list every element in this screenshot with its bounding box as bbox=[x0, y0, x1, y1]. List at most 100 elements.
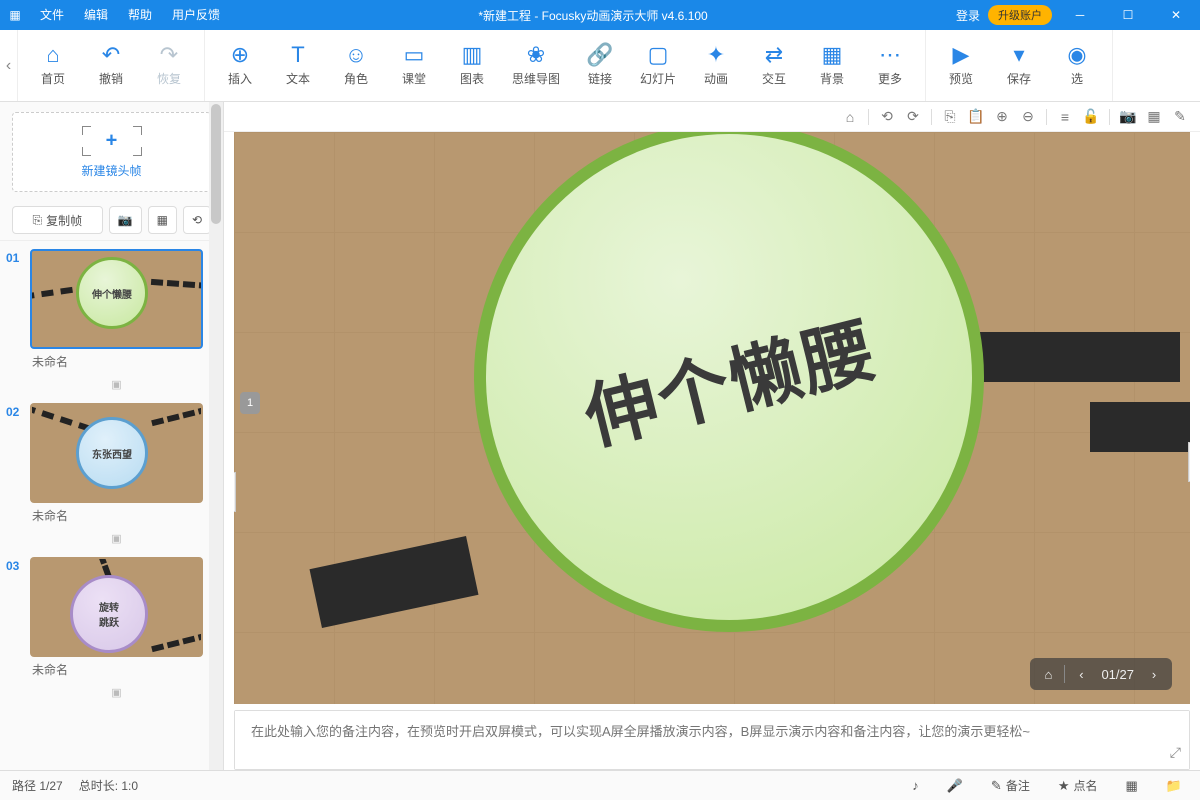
cv-edit-button[interactable]: ✎ bbox=[1168, 105, 1192, 129]
role-button[interactable]: ☺角色 bbox=[327, 30, 385, 101]
undo-icon: ↶ bbox=[102, 44, 120, 66]
copy-frame-button[interactable]: ⎘复制帧 bbox=[12, 206, 103, 234]
qr-icon: ▦ bbox=[157, 213, 168, 227]
frame-thumbnail[interactable]: 旋转 跳跃 bbox=[30, 557, 203, 657]
save-icon: ▾ bbox=[1013, 44, 1024, 66]
window-title: *新建工程 - Focusky动画演示大师 v4.6.100 bbox=[230, 7, 956, 24]
menu-file[interactable]: 文件 bbox=[30, 0, 74, 30]
mic-button[interactable]: 🎤 bbox=[941, 778, 969, 794]
text-button[interactable]: T文本 bbox=[269, 30, 327, 101]
cv-zoom-in-button[interactable]: ⊕ bbox=[990, 105, 1014, 129]
new-frame-label: 新建镜头帧 bbox=[81, 162, 141, 179]
refresh-icon: ⟲ bbox=[192, 213, 202, 227]
frame-name: 未命名 bbox=[30, 657, 203, 682]
cv-rotate-left-button[interactable]: ⟲ bbox=[875, 105, 899, 129]
app-icon: ▦ bbox=[0, 8, 30, 22]
notes-area: ⤢ bbox=[234, 710, 1190, 770]
cv-camera-button[interactable]: 📷 bbox=[1116, 105, 1140, 129]
more-icon: ⋯ bbox=[879, 44, 901, 66]
frame-lock-icon: ▣ bbox=[24, 532, 209, 549]
frame-item-2[interactable]: 02 东张西望 未命名 bbox=[0, 395, 209, 532]
link-button[interactable]: 🔗链接 bbox=[571, 30, 629, 101]
frame-item-1[interactable]: 01 伸个懒腰 未命名 bbox=[0, 241, 209, 378]
close-button[interactable]: ✕ bbox=[1156, 0, 1196, 30]
toolbar: ‹ ⌂首页 ↶撤销 ↷恢复 ⊕插入 T文本 ☺角色 ▭课堂 ▥图表 ❀思维导图 … bbox=[0, 30, 1200, 102]
save-button[interactable]: ▾保存 bbox=[990, 30, 1048, 101]
folder-button[interactable]: 📁 bbox=[1160, 778, 1188, 794]
new-frame-button[interactable]: + 新建镜头帧 bbox=[12, 112, 211, 192]
insert-button[interactable]: ⊕插入 bbox=[211, 30, 269, 101]
cv-align-button[interactable]: ≡ bbox=[1053, 105, 1077, 129]
menu-bar: 文件 编辑 帮助 用户反馈 bbox=[30, 0, 230, 30]
canvas-toolbar: ⌂ ⟲ ⟳ ⎘ 📋 ⊕ ⊖ ≡ 🔓 📷 ▦ ✎ bbox=[224, 102, 1200, 132]
path-segment bbox=[1090, 402, 1190, 452]
cv-home-button[interactable]: ⌂ bbox=[838, 105, 862, 129]
slide-button[interactable]: ▢幻灯片 bbox=[629, 30, 687, 101]
notes-toggle-button[interactable]: ✎备注 bbox=[985, 777, 1036, 794]
class-button[interactable]: ▭课堂 bbox=[385, 30, 443, 101]
preview-button[interactable]: ▶预览 bbox=[932, 30, 990, 101]
interact-button[interactable]: ⇄交互 bbox=[745, 30, 803, 101]
upgrade-button[interactable]: 升级账户 bbox=[988, 5, 1052, 25]
status-duration: 总时长: 1:0 bbox=[79, 777, 138, 794]
canvas-pager: ⌂ ‹ 01/27 › bbox=[1030, 658, 1172, 690]
home-icon: ⌂ bbox=[846, 109, 854, 125]
pager-prev-button[interactable]: ‹ bbox=[1067, 660, 1095, 688]
mic-icon: 🎤 bbox=[947, 778, 963, 794]
panel-handle-left[interactable]: ‹ bbox=[234, 472, 236, 512]
music-button[interactable]: ♪ bbox=[906, 778, 925, 793]
chart-button[interactable]: ▥图表 bbox=[443, 30, 501, 101]
cv-copy-button[interactable]: ⎘ bbox=[938, 105, 962, 129]
frame-thumbnail[interactable]: 东张西望 bbox=[30, 403, 203, 503]
cv-paste-button[interactable]: 📋 bbox=[964, 105, 988, 129]
login-link[interactable]: 登录 bbox=[956, 7, 980, 24]
notes-expand-button[interactable]: ⤢ bbox=[1170, 744, 1181, 761]
canvas-circle[interactable]: 伸个懒腰 bbox=[474, 132, 984, 632]
plus-icon: ⊕ bbox=[231, 44, 249, 66]
toolbar-collapse-left[interactable]: ‹ bbox=[0, 30, 18, 101]
mindmap-button[interactable]: ❀思维导图 bbox=[501, 30, 571, 101]
like-button[interactable]: ★点名 bbox=[1052, 777, 1104, 794]
select-button[interactable]: ◉选 bbox=[1048, 30, 1106, 101]
home-button[interactable]: ⌂首页 bbox=[24, 30, 82, 101]
pager-next-button[interactable]: › bbox=[1140, 660, 1168, 688]
qr-button[interactable]: ▦ bbox=[148, 206, 177, 234]
undo-button[interactable]: ↶撤销 bbox=[82, 30, 140, 101]
sidebar: + 新建镜头帧 ⎘复制帧 📷 ▦ ⟲ 01 伸个懒腰 未命名 ▣ 02 bbox=[0, 102, 224, 770]
canvas-viewport[interactable]: 1 伸个懒腰 ‹ ‹ ⌂ ‹ 01/27 › bbox=[234, 132, 1190, 704]
select-icon: ◉ bbox=[1067, 44, 1086, 66]
path-segment bbox=[980, 332, 1180, 382]
menu-help[interactable]: 帮助 bbox=[118, 0, 162, 30]
more-button[interactable]: ⋯更多 bbox=[861, 30, 919, 101]
grid-button[interactable]: ▦ bbox=[1120, 778, 1144, 794]
camera-button[interactable]: 📷 bbox=[109, 206, 142, 234]
minimize-button[interactable]: ─ bbox=[1060, 0, 1100, 30]
frame-number: 02 bbox=[6, 405, 19, 419]
pager-home-button[interactable]: ⌂ bbox=[1034, 660, 1062, 688]
cv-zoom-out-button[interactable]: ⊖ bbox=[1016, 105, 1040, 129]
frame-number: 03 bbox=[6, 559, 19, 573]
folder-icon: 📁 bbox=[1166, 778, 1182, 794]
maximize-button[interactable]: ☐ bbox=[1108, 0, 1148, 30]
person-icon: ☺ bbox=[345, 44, 367, 66]
cv-lock-button[interactable]: 🔓 bbox=[1079, 105, 1103, 129]
mindmap-icon: ❀ bbox=[527, 44, 545, 66]
notes-input[interactable] bbox=[235, 711, 1189, 769]
menu-feedback[interactable]: 用户反馈 bbox=[162, 0, 230, 30]
sidebar-scrollbar[interactable] bbox=[209, 102, 223, 770]
frame-item-3[interactable]: 03 旋转 跳跃 未命名 bbox=[0, 549, 209, 686]
frame-thumbnail[interactable]: 伸个懒腰 bbox=[30, 249, 203, 349]
redo-button[interactable]: ↷恢复 bbox=[140, 30, 198, 101]
cv-rotate-right-button[interactable]: ⟳ bbox=[901, 105, 925, 129]
status-path: 路径 1/27 bbox=[12, 777, 63, 794]
edit-icon: ✎ bbox=[991, 778, 1002, 794]
panel-handle-right[interactable]: ‹ bbox=[1188, 442, 1190, 482]
refresh-button[interactable]: ⟲ bbox=[183, 206, 211, 234]
canvas-tab[interactable]: 1 bbox=[240, 392, 260, 414]
anim-button[interactable]: ✦动画 bbox=[687, 30, 745, 101]
menu-edit[interactable]: 编辑 bbox=[74, 0, 118, 30]
bg-button[interactable]: ▦背景 bbox=[803, 30, 861, 101]
class-icon: ▭ bbox=[404, 44, 425, 66]
cv-layout-button[interactable]: ▦ bbox=[1142, 105, 1166, 129]
home-icon: ⌂ bbox=[46, 44, 59, 66]
